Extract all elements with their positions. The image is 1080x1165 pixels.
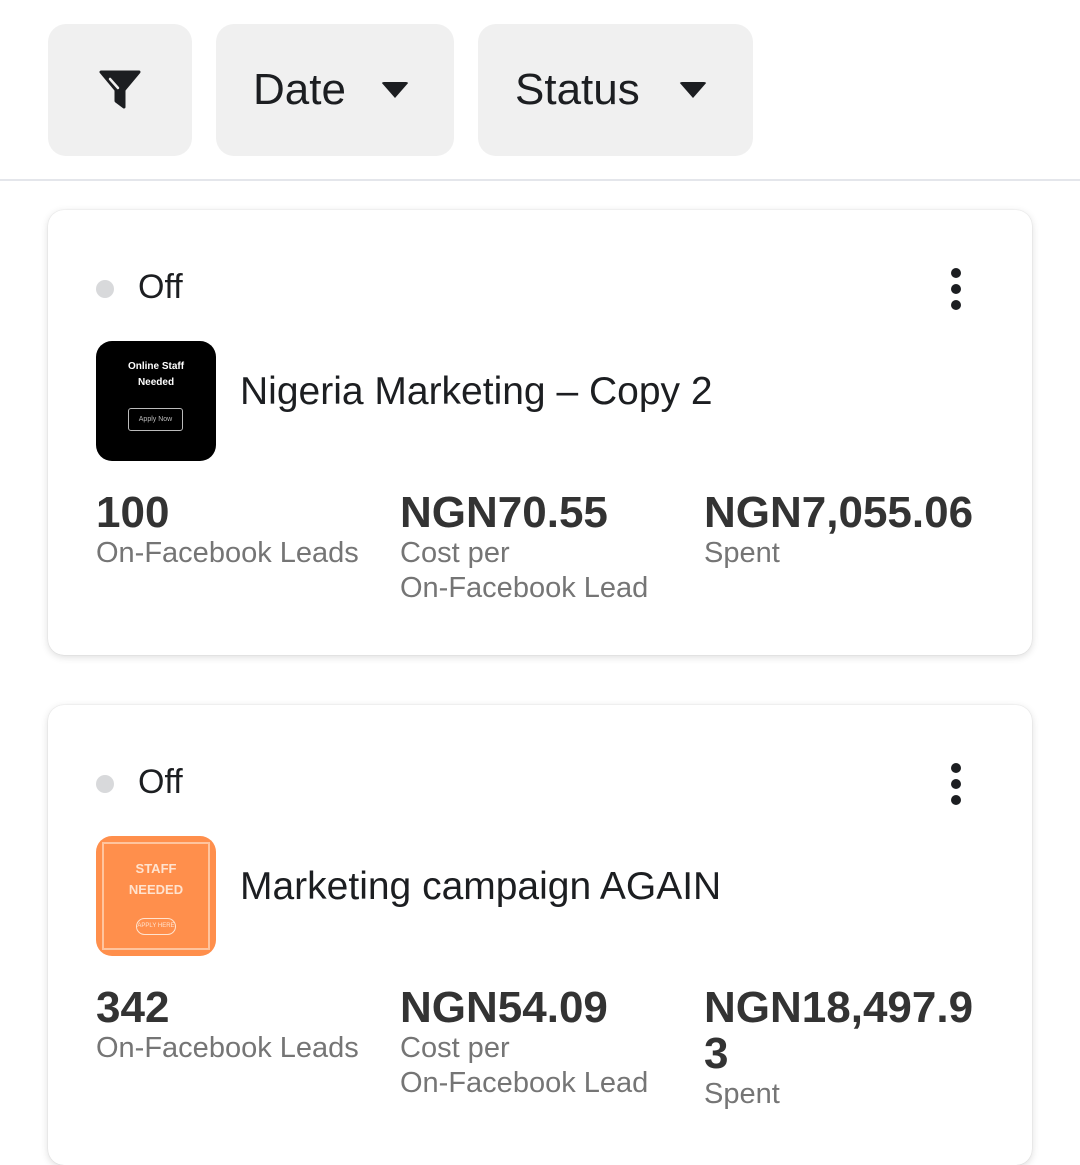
funnel-icon	[99, 70, 141, 109]
metric-leads: 100 On-Facebook Leads	[96, 490, 386, 571]
status-dropdown[interactable]: Status	[478, 24, 753, 156]
metric-value: NGN7,055.06	[704, 488, 974, 537]
metric-label: On-Facebook Leads	[96, 1032, 359, 1064]
metric-label: Spent	[704, 537, 780, 569]
date-dropdown-label: Date	[253, 65, 346, 114]
caret-down-icon	[679, 82, 707, 98]
ad-name[interactable]: Marketing campaign AGAIN	[240, 865, 721, 909]
thumbnail-button: APPLY HERE	[136, 918, 176, 935]
date-dropdown[interactable]: Date	[216, 24, 454, 156]
metric-value: 100	[96, 488, 170, 537]
metric-label: Spent	[704, 1078, 780, 1110]
more-options-icon[interactable]	[932, 265, 980, 313]
status-dropdown-label: Status	[515, 65, 640, 114]
status-off-indicator	[96, 775, 114, 793]
metric-value: 342	[96, 983, 170, 1032]
ad-status: Off	[138, 268, 183, 306]
ad-thumbnail: Online Staff Needed Apply Now	[96, 341, 216, 461]
ad-card[interactable]: Off Online Staff Needed Apply Now Nigeri…	[48, 210, 1032, 655]
metric-label: Cost per On-Facebook Lead	[400, 537, 649, 604]
metric-label: On-Facebook Leads	[96, 537, 359, 569]
ad-card[interactable]: Off STAFF NEEDED APPLY HERE Marketing ca…	[48, 705, 1032, 1165]
ad-status: Off	[138, 763, 183, 801]
metric-spent: NGN18,497.93 Spent	[704, 985, 994, 1112]
metric-value: NGN70.55	[400, 488, 608, 537]
filter-bar: Date Status	[0, 0, 1080, 181]
metric-value: NGN18,497.93	[704, 983, 974, 1078]
status-off-indicator	[96, 280, 114, 298]
metric-cost-per-lead: NGN54.09 Cost per On-Facebook Lead	[400, 985, 690, 1101]
more-options-icon[interactable]	[932, 760, 980, 808]
metric-leads: 342 On-Facebook Leads	[96, 985, 386, 1066]
metric-cost-per-lead: NGN70.55 Cost per On-Facebook Lead	[400, 490, 690, 606]
metric-label: Cost per On-Facebook Lead	[400, 1032, 649, 1099]
ad-thumbnail: STAFF NEEDED APPLY HERE	[96, 836, 216, 956]
metric-spent: NGN7,055.06 Spent	[704, 490, 994, 571]
thumbnail-button: Apply Now	[128, 408, 183, 431]
filter-button[interactable]	[48, 24, 192, 156]
metric-value: NGN54.09	[400, 983, 608, 1032]
thumbnail-title: Online Staff Needed	[127, 361, 185, 388]
ad-name[interactable]: Nigeria Marketing – Copy 2	[240, 370, 713, 414]
thumbnail-title: STAFF NEEDED	[128, 861, 184, 897]
caret-down-icon	[381, 82, 409, 98]
